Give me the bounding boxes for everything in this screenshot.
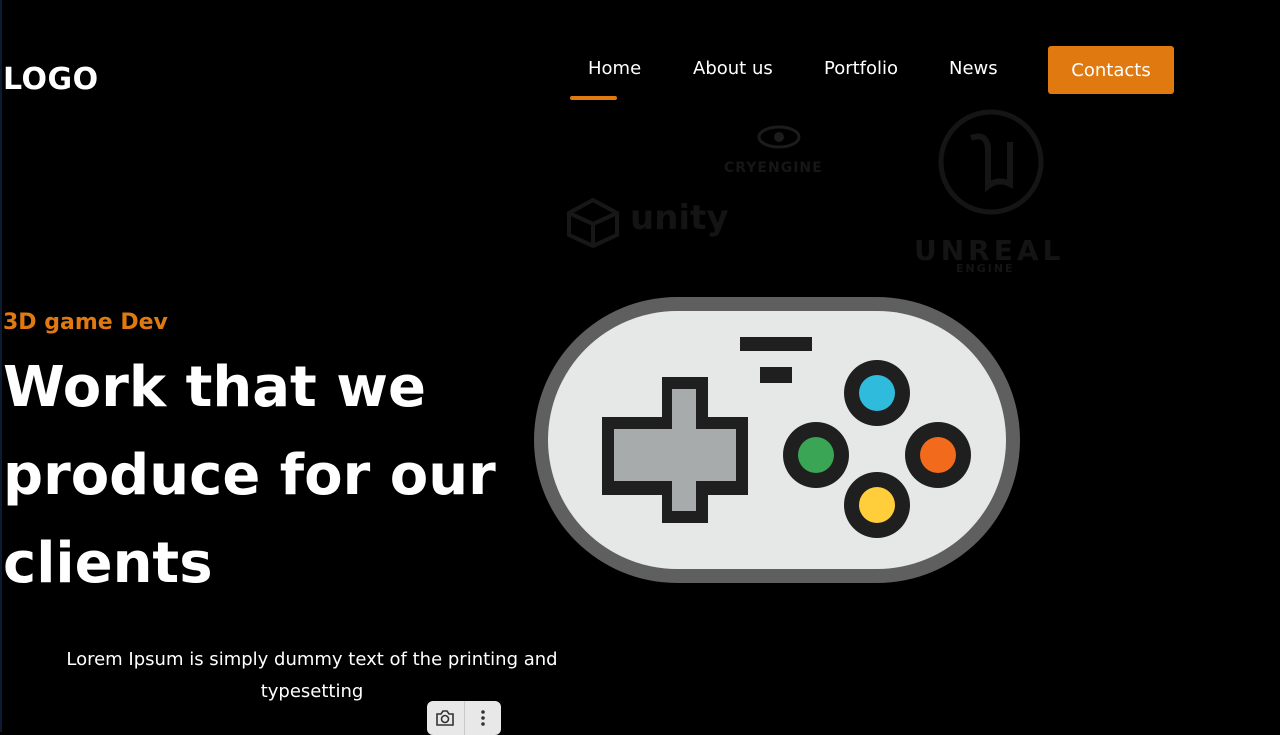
- gamepad-button-right-color: [920, 437, 956, 473]
- gamepad-button-top-color: [859, 375, 895, 411]
- cryengine-logo-text: CRYENGINE: [724, 160, 823, 176]
- logo[interactable]: LOGO: [3, 62, 99, 97]
- hero-title-line: produce for our: [3, 443, 496, 508]
- camera-icon: [436, 710, 455, 726]
- more-vertical-icon: [480, 710, 485, 726]
- hero-title: Work that we produce for our clients: [3, 344, 523, 608]
- nav-active-indicator: [570, 96, 617, 100]
- hero-title-line: clients: [3, 531, 213, 596]
- cryengine-logo-icon: [757, 125, 801, 149]
- gamepad-button-bottom-color: [859, 487, 895, 523]
- unity-logo-icon: [567, 198, 619, 248]
- image-toolbar: [427, 701, 501, 735]
- nav-item-portfolio[interactable]: Portfolio: [824, 58, 898, 79]
- hero-description: Lorem Ipsum is simply dummy text of the …: [66, 649, 558, 702]
- unreal-logo-icon: [938, 109, 1044, 215]
- camera-button[interactable]: [427, 701, 464, 735]
- hero-title-line: Work that we: [3, 355, 427, 420]
- nav-item-about-us[interactable]: About us: [693, 58, 773, 79]
- window-edge: [0, 0, 2, 732]
- gamepad-button-left-color: [798, 437, 834, 473]
- contacts-button[interactable]: Contacts: [1048, 46, 1174, 94]
- unreal-logo-subtext: ENGINE: [956, 262, 1015, 275]
- nav-item-news[interactable]: News: [949, 58, 998, 79]
- unity-logo-text: unity: [630, 198, 729, 238]
- nav-item-home[interactable]: Home: [588, 58, 641, 79]
- hero-subtitle: 3D game Dev: [3, 310, 168, 335]
- gamepad-icon: [534, 297, 1020, 583]
- more-options-button[interactable]: [463, 701, 502, 735]
